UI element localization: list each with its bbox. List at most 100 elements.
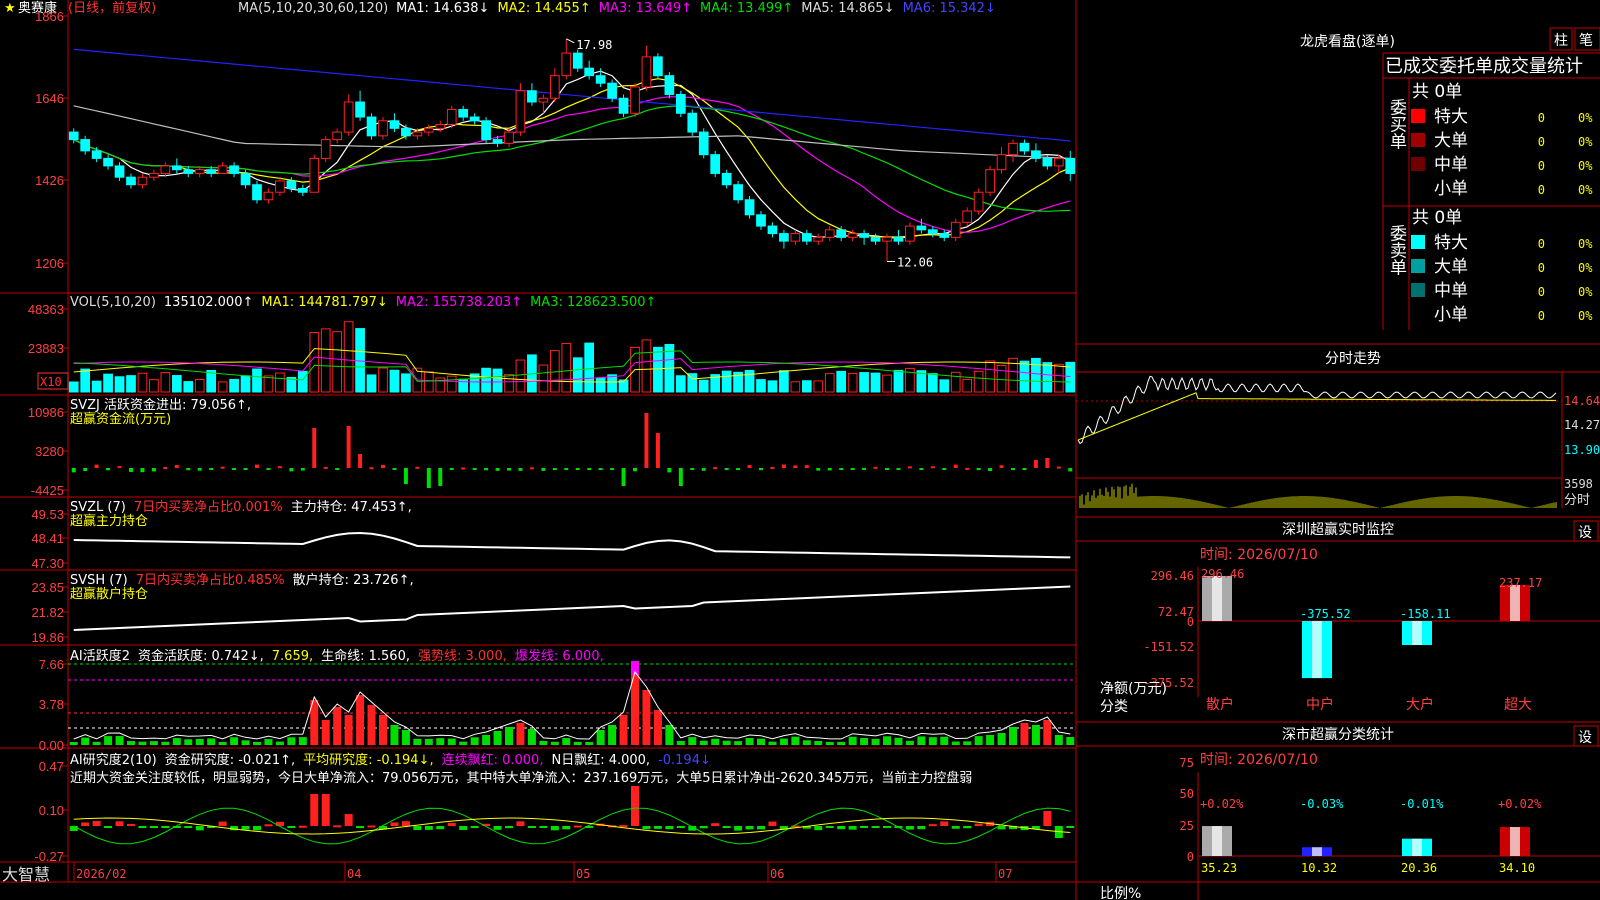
activity-bar (539, 740, 548, 745)
header-item: MA5: 14.865↓ (801, 1, 894, 16)
header-item: VOL(5,10,20) (70, 295, 156, 310)
header-item: 资金研究度: -0.021↑, (165, 752, 295, 768)
fund-flow-bar (759, 468, 763, 471)
volume-bar (171, 375, 182, 393)
sz_monitor-time: 时间: 2026/07/10 (1200, 547, 1318, 563)
research-bar (665, 826, 674, 830)
volume-bar (950, 371, 961, 393)
activity-bar (149, 741, 158, 745)
fund-flow-bar (426, 468, 431, 488)
buy-row-label: 大单 (1434, 131, 1468, 151)
fund-flow-bar (701, 468, 706, 471)
sz_class-bar (1202, 826, 1232, 856)
volume-bar (126, 375, 136, 393)
fund-flow-bar (472, 468, 477, 470)
activity-bar (195, 738, 204, 745)
candle-body (710, 154, 721, 174)
candle-body (206, 169, 217, 174)
activity-bar (848, 736, 857, 745)
fund-flow-bar (300, 468, 305, 471)
buy-row-count: 0 (1538, 111, 1545, 125)
sz_monitor-value-label: -158.11 (1400, 607, 1451, 621)
volume-bar (1031, 357, 1041, 393)
research-bar (562, 826, 571, 830)
fund-flow-bar (369, 467, 374, 470)
volume-bar (882, 374, 892, 393)
candle-body (950, 221, 961, 238)
research-bar (631, 786, 639, 826)
volume-bar (572, 357, 583, 393)
candle-body (332, 131, 343, 141)
sell-swatch (1411, 259, 1425, 273)
fund-flow-bar (507, 468, 511, 471)
sz_class-y-tick: 50 (1180, 787, 1194, 801)
volume-bar (297, 370, 308, 393)
candle-body (297, 187, 308, 193)
research-bar (550, 826, 559, 831)
buy-row-pct: 0% (1578, 135, 1593, 149)
research-bar (1043, 811, 1052, 826)
research-bar (711, 823, 720, 826)
activity-bar (711, 738, 720, 745)
sell-row-count: 0 (1538, 237, 1545, 251)
research-bar (757, 826, 765, 830)
activity-bar (264, 739, 273, 745)
candle-body (389, 120, 400, 129)
star-icon[interactable]: ★ (4, 1, 16, 16)
activity-bar (81, 737, 90, 745)
candle-body (252, 184, 262, 201)
activity-bar (184, 739, 193, 745)
header-item: SVSH (7) (70, 573, 128, 588)
research-bar (539, 826, 548, 828)
candle-body (149, 172, 159, 178)
candle-body (549, 75, 560, 99)
activity-bar (298, 737, 307, 745)
candle-body (229, 165, 239, 174)
volume-bar (389, 369, 400, 393)
sz_monitor-settings-label: 设 (1578, 525, 1592, 541)
volume-bar (68, 381, 79, 393)
candle-body (309, 157, 320, 193)
sz_monitor-category: 中户 (1306, 696, 1334, 713)
research-bar (459, 826, 468, 831)
retail-holding-line (73, 585, 1071, 631)
activity-bar (642, 690, 651, 745)
volume-bar (584, 342, 595, 393)
candle-body (263, 191, 274, 201)
candle-body (91, 150, 102, 159)
activity-bar (791, 736, 800, 745)
header-item: 强势线: 3.000, (418, 648, 507, 664)
volume-bar (275, 372, 285, 393)
activity-bar (562, 737, 571, 745)
volume-bar (790, 381, 801, 393)
fund-flow-bar (885, 468, 889, 470)
candle-body (756, 214, 766, 227)
fund-flow-bar (94, 464, 99, 468)
y-tick-label: -0.27 (34, 849, 64, 864)
header-item: 7日内买卖净占比0.485% (136, 572, 285, 588)
fund-flow-bar (873, 466, 878, 469)
volume-bar (962, 378, 973, 393)
candle-body (183, 169, 194, 174)
research-bar (699, 826, 708, 829)
candle-body (859, 233, 869, 238)
activity-bar (253, 741, 261, 745)
fund-flow-bar (907, 466, 912, 469)
activity-bar (722, 740, 731, 745)
fund-flow-bar (690, 468, 695, 470)
candle-body (870, 236, 881, 242)
stock-terminal[interactable]: ★ 奥赛康 (日线，前复权) 2026/02 04 05 06 07 大智慧 MA(5,10… (0, 0, 1600, 900)
candle-body (469, 116, 480, 122)
activity-bar (436, 738, 445, 745)
sell-row-count: 0 (1538, 285, 1545, 299)
volume-bar (859, 372, 869, 393)
activity-bar (676, 740, 685, 745)
activity-bar (333, 707, 342, 745)
header-item: MA2: 14.455↑ (497, 1, 590, 16)
logo-text: 大智慧 (2, 865, 50, 884)
fund-flow-bar (163, 467, 168, 470)
vol-unit-label: X10 (40, 375, 62, 389)
sell-row-label: 特大 (1434, 233, 1468, 253)
fund-flow-bar (667, 468, 672, 473)
y-tick-label: 48.41 (31, 531, 64, 546)
